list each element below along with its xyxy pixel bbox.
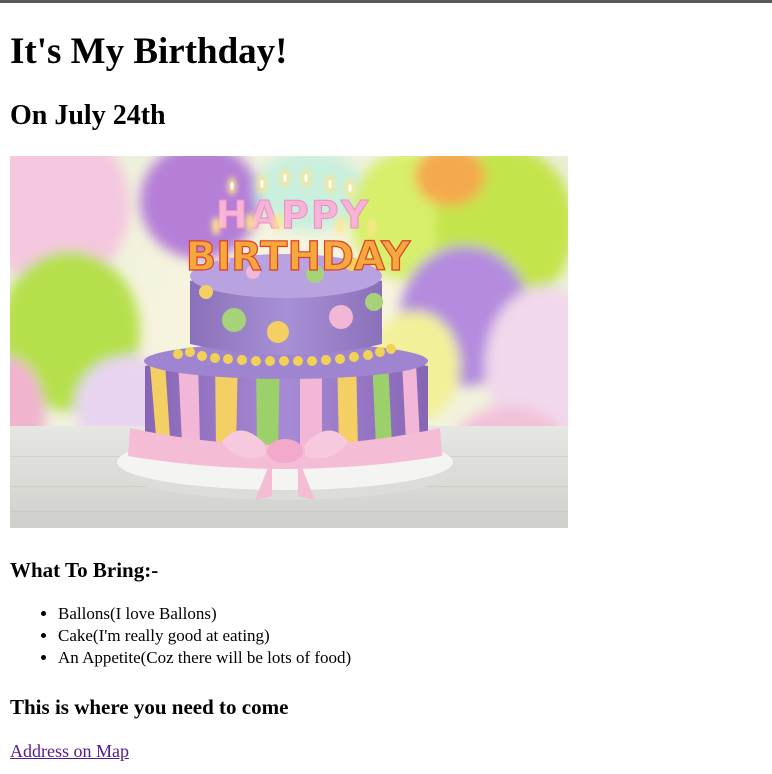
list-item: Cake(I'm really good at eating)	[58, 625, 351, 647]
location-heading: This is where you need to come	[10, 695, 289, 719]
browser-top-border	[0, 0, 772, 3]
birthday-cake-image: HAPPY BIRTHDAY	[10, 156, 568, 528]
list-item: An Appetite(Coz there will be lots of fo…	[58, 647, 351, 669]
svg-text:BIRTHDAY: BIRTHDAY	[186, 234, 411, 280]
page-subtitle: On July 24th	[10, 100, 166, 131]
bring-list: Ballons(I love Ballons) Cake(I'm really …	[10, 603, 351, 669]
list-item: Ballons(I love Ballons)	[58, 603, 351, 625]
what-to-bring-heading: What To Bring:-	[10, 558, 159, 582]
page-title: It's My Birthday!	[10, 31, 288, 72]
address-map-link[interactable]: Address on Map	[10, 740, 129, 762]
birthday-cake-icon: HAPPY BIRTHDAY	[10, 156, 568, 528]
svg-text:HAPPY: HAPPY	[216, 193, 370, 237]
